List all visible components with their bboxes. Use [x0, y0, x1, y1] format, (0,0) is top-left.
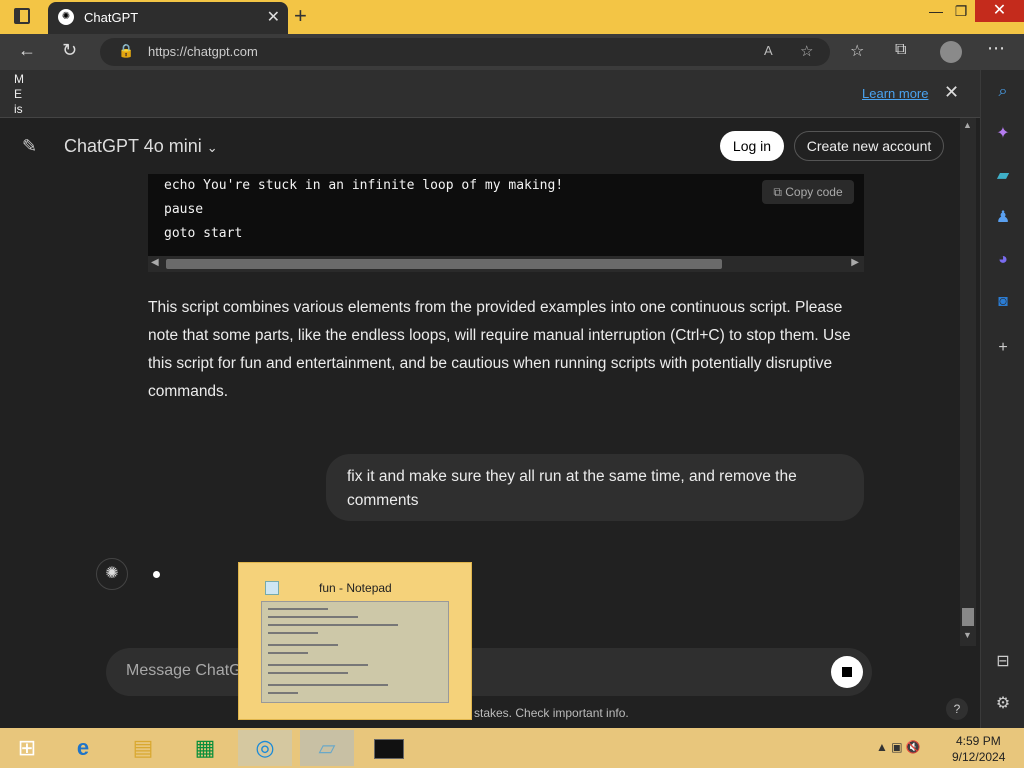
hide-sidebar-icon[interactable]: ⊟	[993, 652, 1013, 672]
notepad-taskbar-icon[interactable]: ▱	[300, 730, 354, 766]
settings-gear-icon[interactable]: ⚙	[993, 694, 1013, 714]
create-account-button[interactable]: Create new account	[794, 131, 944, 161]
user-message-bubble: fix it and make sure they all run at the…	[326, 454, 864, 521]
people-icon[interactable]: ♟	[993, 208, 1013, 228]
typing-indicator	[153, 571, 160, 578]
close-window-button[interactable]: ✕	[975, 0, 1024, 22]
address-bar[interactable]: 🔒 https://chatgpt.com A ☆	[100, 38, 830, 66]
shopping-icon[interactable]: ▰	[993, 166, 1013, 186]
info-letter: M	[14, 72, 24, 86]
windows-taskbar: ⊞ e ▤ ▦ ◎ ▱ ▲ ▣ 🔇 4:59 PM 9/12/2024	[0, 728, 1024, 768]
page-scroll-thumb[interactable]	[962, 608, 974, 626]
new-tab-button[interactable]: +	[294, 3, 307, 29]
system-tray-icons[interactable]: ▲ ▣ 🔇	[876, 740, 921, 754]
read-aloud-icon[interactable]: A	[764, 43, 773, 58]
search-icon[interactable]: ⌕	[993, 82, 1013, 102]
restore-button[interactable]: ❐	[945, 0, 977, 24]
copy-code-button[interactable]: ⧉ Copy code	[762, 180, 854, 204]
start-windows-icon[interactable]: ⊞	[0, 730, 54, 766]
login-button[interactable]: Log in	[720, 131, 784, 161]
chat-page: ✎ ChatGPT 4o mini ⌄ Log in Create new ac…	[0, 118, 980, 728]
scroll-down-arrow-icon[interactable]: ▼	[963, 630, 972, 640]
page-scrollbar[interactable]: ▲ ▼	[960, 118, 976, 646]
notepad-window-preview	[261, 601, 449, 703]
profile-avatar[interactable]	[940, 41, 962, 63]
clock-date[interactable]: 9/12/2024	[952, 750, 1005, 764]
info-bar-close-icon[interactable]: ✕	[944, 82, 959, 103]
scroll-left-arrow-icon[interactable]: ◀	[151, 257, 159, 268]
add-favorite-icon[interactable]: ☆	[800, 42, 813, 60]
model-name-label: ChatGPT 4o mini	[64, 136, 202, 156]
code-line: goto start	[164, 226, 243, 241]
scroll-right-arrow-icon[interactable]: ▶	[851, 257, 859, 268]
code-horizontal-scrollbar[interactable]: ◀ ▶	[148, 256, 864, 272]
code-line: pause	[164, 202, 204, 217]
collections-icon[interactable]: ⧉	[895, 41, 906, 59]
scroll-up-arrow-icon[interactable]: ▲	[963, 120, 972, 130]
copy-code-label: Copy code	[785, 185, 843, 199]
tab-actions-icon[interactable]	[14, 8, 30, 24]
tab-close-icon[interactable]: ✕	[267, 7, 280, 27]
favorites-icon[interactable]: ☆	[850, 41, 864, 61]
learn-more-link[interactable]: Learn more	[862, 86, 928, 101]
stop-generating-button[interactable]	[831, 656, 863, 688]
notepad-icon	[265, 581, 279, 595]
copy-icon: ⧉	[773, 185, 786, 199]
clock-time[interactable]: 4:59 PM	[956, 734, 1001, 748]
tab-title: ChatGPT	[84, 10, 139, 25]
info-letter: E	[14, 87, 23, 101]
copilot-icon[interactable]: ✦	[993, 124, 1013, 144]
chevron-down-icon: ⌄	[206, 140, 218, 155]
edge-browser-icon[interactable]: ◎	[238, 730, 292, 766]
help-button[interactable]: ?	[946, 698, 968, 720]
info-bar: M E is Learn more ✕	[0, 70, 980, 118]
assistant-message-text: This script combines various elements fr…	[148, 299, 851, 400]
browser-tab[interactable]: ✺ ChatGPT ✕	[48, 2, 288, 34]
store-icon[interactable]: ▦	[178, 730, 232, 766]
code-scroll-thumb[interactable]	[166, 259, 722, 269]
edge-sidebar: ⌕ ✦ ▰ ♟ ◕ ◙ + ⊟ ⚙	[980, 70, 1024, 728]
message-composer[interactable]: Message ChatG	[106, 648, 872, 696]
chatgpt-logo-icon: ✺	[96, 558, 128, 590]
notepad-thumbnail-preview[interactable]: fun - Notepad	[238, 562, 472, 720]
command-prompt-icon[interactable]	[362, 730, 416, 766]
model-selector[interactable]: ChatGPT 4o mini ⌄	[64, 136, 218, 157]
code-content: echo You're stuck in an infinite loop of…	[164, 174, 563, 246]
back-arrow-icon[interactable]: ←	[18, 40, 36, 61]
user-message-text: fix it and make sure they all run at the…	[347, 468, 797, 509]
lock-icon[interactable]: 🔒	[118, 43, 134, 59]
message-input-placeholder[interactable]: Message ChatG	[126, 662, 242, 680]
browser-title-bar: ✺ ChatGPT ✕ + — ❐ ✕	[0, 0, 1024, 34]
thumbnail-title: fun - Notepad	[319, 581, 392, 595]
chatgpt-favicon-icon: ✺	[58, 9, 74, 25]
new-chat-edit-icon[interactable]: ✎	[22, 136, 37, 157]
info-bar-text: M E is	[14, 72, 28, 117]
info-letter: is	[14, 102, 23, 116]
disclaimer-text: stakes. Check important info.	[474, 706, 629, 720]
file-explorer-icon[interactable]: ▤	[116, 730, 170, 766]
games-icon[interactable]: ◕	[993, 250, 1013, 270]
address-toolbar: ← ↻ 🔒 https://chatgpt.com A ☆ ☆ ⧉ ⋯	[0, 34, 1024, 70]
refresh-icon[interactable]: ↻	[62, 40, 77, 61]
internet-explorer-icon[interactable]: e	[56, 730, 110, 766]
code-line: echo You're stuck in an infinite loop of…	[164, 178, 564, 193]
url-text[interactable]: https://chatgpt.com	[148, 44, 258, 59]
more-menu-icon[interactable]: ⋯	[987, 38, 1005, 59]
outlook-icon[interactable]: ◙	[993, 292, 1013, 312]
add-sidebar-app-icon[interactable]: +	[993, 338, 1013, 358]
